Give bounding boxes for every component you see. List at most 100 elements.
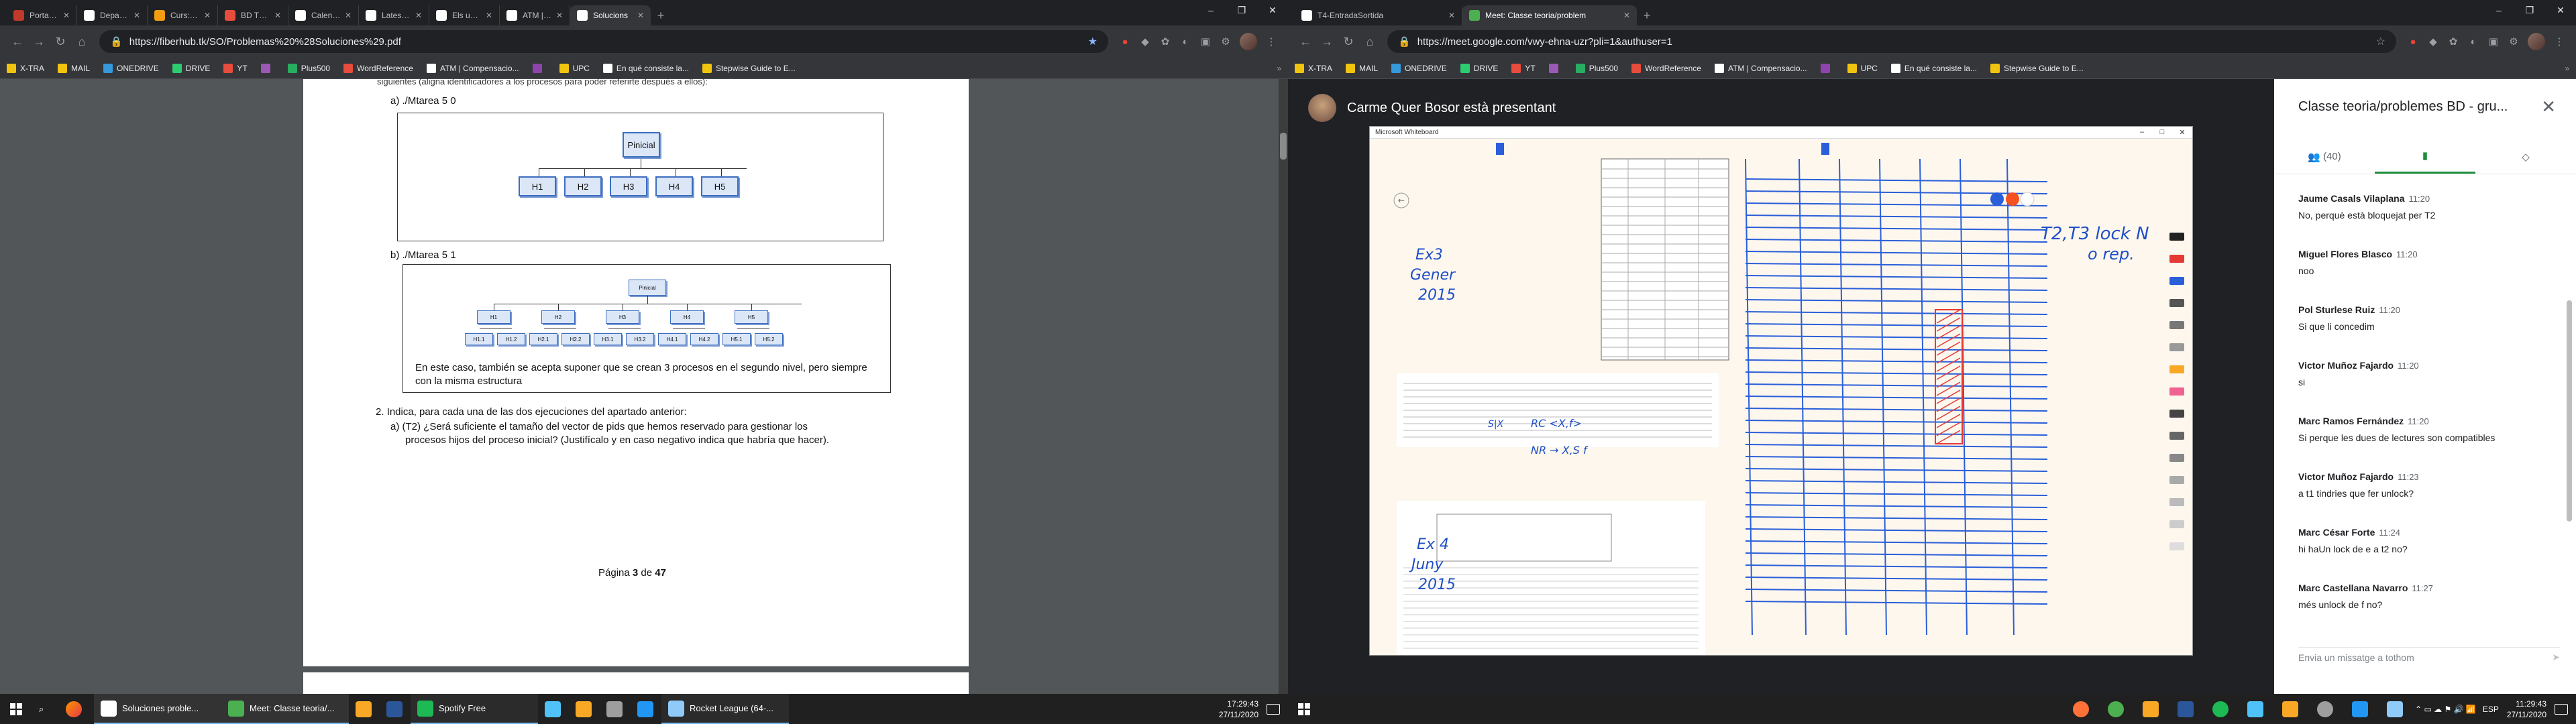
extension-icon[interactable]: ●	[2403, 32, 2423, 52]
tab-participants[interactable]: 👥 (40)	[2274, 139, 2375, 174]
taskbar-app[interactable]: Rocket League (64-...	[661, 694, 789, 724]
bookmark-item[interactable]: X-TRA	[1295, 63, 1332, 73]
send-icon[interactable]: ➤	[2552, 652, 2560, 663]
bookmark-item[interactable]: UPC	[559, 63, 590, 73]
close-icon[interactable]: ✕	[2545, 0, 2576, 20]
bookmark-star-icon[interactable]: ☆	[2376, 35, 2385, 48]
taskbar-app-icon[interactable]	[2136, 694, 2171, 724]
bookmark-item[interactable]: MAIL	[58, 63, 90, 73]
taskbar-app-icon[interactable]	[2345, 694, 2380, 724]
close-tab-icon[interactable]: ✕	[556, 11, 563, 20]
back-icon[interactable]: ←	[7, 31, 28, 52]
pdf-scrollbar[interactable]	[1279, 79, 1288, 694]
taskbar-app-icon[interactable]	[2066, 694, 2101, 724]
taskbar-app[interactable]: Spotify Free	[411, 694, 538, 724]
taskbar-app-icon[interactable]	[2171, 694, 2206, 724]
extension-icon[interactable]: ▣	[1195, 32, 1216, 52]
browser-tab[interactable]: Meet: Classe teoria/problem ✕	[1462, 5, 1637, 25]
taskbar-app[interactable]	[380, 694, 411, 724]
tab-chat[interactable]: ▮	[2375, 139, 2475, 174]
bookmark-item[interactable]: X-TRA	[7, 63, 44, 73]
bookmark-item[interactable]: ATM | Compensacio...	[1714, 63, 1807, 73]
browser-tab[interactable]: Solucions ✕	[570, 5, 651, 25]
forward-icon[interactable]: →	[1316, 31, 1338, 52]
profile-avatar[interactable]	[1240, 33, 1257, 50]
close-tab-icon[interactable]: ✕	[204, 11, 211, 20]
extension-icon[interactable]: ◆	[2423, 32, 2443, 52]
taskbar-app[interactable]	[569, 694, 600, 724]
home-icon[interactable]: ⌂	[71, 31, 93, 52]
taskbar-app[interactable]	[631, 694, 661, 724]
extension-icon[interactable]: ⚙	[1216, 32, 1236, 52]
taskbar-app-icon[interactable]	[2101, 694, 2136, 724]
forward-icon[interactable]: →	[28, 31, 50, 52]
taskbar-app[interactable]: Soluciones proble...	[94, 694, 221, 724]
bookmark-item[interactable]: ONEDRIVE	[103, 63, 159, 73]
browser-tab[interactable]: Curs: Bases ✕	[148, 5, 218, 25]
close-tab-icon[interactable]: ✕	[637, 11, 644, 20]
reload-icon[interactable]: ↻	[1338, 31, 1359, 52]
browser-tab[interactable]: Latest Twee ✕	[359, 5, 429, 25]
bookmark-item[interactable]: DRIVE	[172, 63, 210, 73]
taskbar-app[interactable]	[349, 694, 380, 724]
taskbar-app-icon[interactable]	[2310, 694, 2345, 724]
bookmark-item[interactable]	[1548, 63, 1562, 73]
more-bookmarks-icon[interactable]: »	[1277, 64, 1281, 73]
bookmark-item[interactable]: UPC	[1847, 63, 1878, 73]
bookmark-item[interactable]: YT	[1511, 63, 1536, 73]
back-icon[interactable]: ←	[1295, 31, 1316, 52]
close-tab-icon[interactable]: ✕	[415, 11, 422, 20]
maximize-icon[interactable]: ❐	[1226, 0, 1257, 20]
new-tab-button[interactable]: +	[1637, 5, 1657, 25]
browser-tab[interactable]: T4-EntradaSortida ✕	[1295, 5, 1462, 25]
bookmark-item[interactable]: MAIL	[1346, 63, 1378, 73]
taskbar-app-icon[interactable]	[2241, 694, 2275, 724]
search-icon[interactable]: ⌕	[32, 694, 59, 724]
extension-icon[interactable]: ✿	[1155, 32, 1175, 52]
bookmark-item[interactable]: YT	[223, 63, 248, 73]
browser-tab[interactable]: Departamer ✕	[77, 5, 148, 25]
extension-icon[interactable]: ◐	[2463, 32, 2483, 52]
taskbar-app-icon[interactable]	[2275, 694, 2310, 724]
bookmark-item[interactable]: Stepwise Guide to E...	[1990, 63, 2084, 73]
extension-icon[interactable]: ✿	[2443, 32, 2463, 52]
notification-icon[interactable]	[1267, 703, 1280, 715]
taskbar-app-icon[interactable]	[2206, 694, 2241, 724]
clock[interactable]: 11:29:43 27/11/2020	[2507, 699, 2546, 720]
start-button[interactable]	[0, 694, 32, 724]
bookmark-item[interactable]: WordReference	[343, 63, 413, 73]
taskbar-app[interactable]: Meet: Classe teoria/...	[221, 694, 349, 724]
browser-tab[interactable]: CalendariCl ✕	[288, 5, 359, 25]
bookmark-item[interactable]: Plus500	[1575, 63, 1618, 73]
minimize-icon[interactable]: –	[1195, 0, 1226, 20]
close-tab-icon[interactable]: ✕	[1448, 11, 1455, 20]
extension-icon[interactable]: ●	[1115, 32, 1135, 52]
taskbar-app[interactable]	[600, 694, 631, 724]
address-bar[interactable]: 🔒 https://meet.google.com/vwy-ehna-uzr?p…	[1387, 30, 2396, 53]
bookmark-item[interactable]	[1820, 63, 1834, 73]
maximize-icon[interactable]: ❐	[2514, 0, 2545, 20]
firefox-icon[interactable]	[59, 694, 94, 724]
profile-avatar[interactable]	[2528, 33, 2545, 50]
new-tab-button[interactable]: +	[651, 5, 671, 25]
bookmark-item[interactable]: Plus500	[287, 63, 330, 73]
taskbar-app-icon[interactable]	[2380, 694, 2415, 724]
bookmark-item[interactable]: Stepwise Guide to E...	[702, 63, 796, 73]
bookmark-item[interactable]: DRIVE	[1460, 63, 1498, 73]
browser-tab[interactable]: BD T8.pdf ✕	[218, 5, 288, 25]
close-tab-icon[interactable]: ✕	[274, 11, 281, 20]
close-tab-icon[interactable]: ✕	[1623, 11, 1630, 20]
close-tab-icon[interactable]: ✕	[133, 11, 140, 20]
browser-tab[interactable]: ATM | Comp ✕	[500, 5, 570, 25]
reload-icon[interactable]: ↻	[50, 31, 71, 52]
start-button[interactable]	[1288, 694, 1320, 724]
clock[interactable]: 17:29:43 27/11/2020	[1219, 699, 1258, 720]
extension-icon[interactable]: ⚙	[2504, 32, 2524, 52]
extension-icon[interactable]: ◐	[1175, 32, 1195, 52]
chat-scrollbar[interactable]	[2567, 300, 2572, 522]
bookmark-item[interactable]: En qué consiste la...	[602, 63, 689, 73]
chat-input[interactable]: Envia un missatge a tothom ➤	[2298, 647, 2560, 667]
browser-tab[interactable]: Els universit ✕	[429, 5, 500, 25]
close-tab-icon[interactable]: ✕	[63, 11, 70, 20]
notification-icon[interactable]	[2555, 703, 2568, 715]
